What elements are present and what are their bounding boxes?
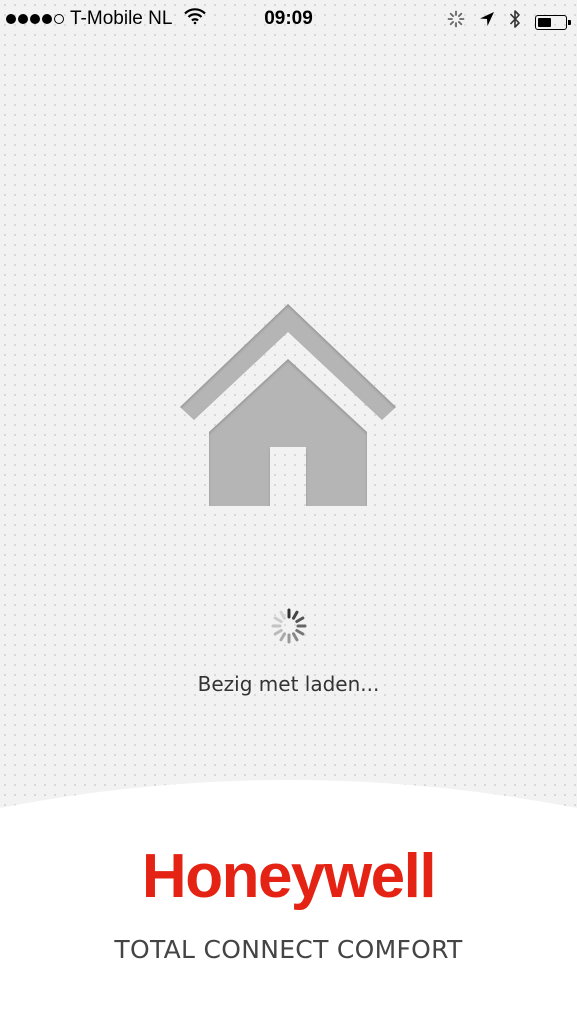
house-icon xyxy=(180,302,396,512)
battery-nub xyxy=(568,19,571,25)
activity-icon xyxy=(447,10,465,34)
status-right xyxy=(447,8,571,36)
honeywell-logo: Honeywell xyxy=(141,842,437,911)
battery-level xyxy=(538,17,551,27)
status-bar: T-Mobile NL 09:09 xyxy=(0,0,577,40)
bluetooth-icon xyxy=(509,8,521,36)
location-arrow-icon xyxy=(479,11,495,33)
battery-icon xyxy=(535,14,571,30)
loading-spinner-icon xyxy=(270,607,308,649)
loading-text: Bezig met laden... xyxy=(197,672,380,696)
product-tagline: TOTAL CONNECT COMFORT xyxy=(114,935,463,964)
